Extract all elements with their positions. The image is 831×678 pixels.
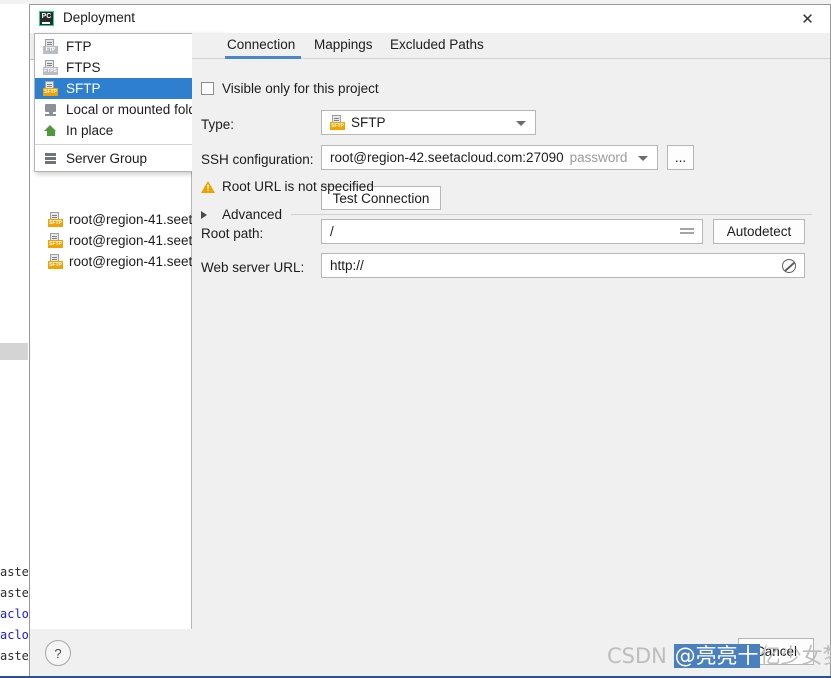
warning-icon bbox=[201, 180, 215, 194]
web-server-url-value: http:// bbox=[330, 258, 364, 273]
root-path-label: Root path: bbox=[201, 226, 264, 241]
screen: aster aster aclou aclou aster PC Deploym… bbox=[0, 0, 831, 678]
type-value: SFTP bbox=[351, 115, 386, 130]
list-item-label: root@region-41.seetacl bbox=[69, 233, 198, 248]
visible-only-checkbox[interactable] bbox=[201, 82, 214, 95]
type-label: Type: bbox=[201, 117, 235, 132]
ide-scrollbar-thumb[interactable] bbox=[0, 343, 28, 360]
root-path-input[interactable]: / bbox=[321, 219, 703, 244]
list-item-label: root@region-41.seetacl bbox=[69, 254, 198, 269]
connection-form: Visible only for this project Type: SFTP… bbox=[192, 60, 830, 677]
root-url-warning: Root URL is not specified bbox=[201, 179, 374, 194]
ide-code-line: aclou bbox=[0, 607, 28, 621]
help-button[interactable]: ? bbox=[45, 640, 71, 666]
root-path-value: / bbox=[330, 224, 334, 239]
menu-item-label: FTP bbox=[66, 39, 92, 54]
sftp-icon: SFTP bbox=[330, 115, 345, 130]
close-icon[interactable]: ✕ bbox=[785, 5, 830, 33]
type-combobox[interactable]: SFTP SFTP bbox=[321, 110, 536, 135]
tab-connection[interactable]: Connection bbox=[225, 37, 305, 59]
menu-item-label: SFTP bbox=[66, 81, 101, 96]
sftp-icon: SFTP bbox=[48, 233, 63, 248]
ftp-icon: FTP bbox=[43, 39, 58, 54]
list-item[interactable]: SFTP root@region-41.seetacl bbox=[48, 209, 198, 230]
ssh-configuration-value: root@region-42.seetacloud.com:27090 bbox=[330, 150, 564, 165]
chevron-right-icon bbox=[201, 210, 213, 219]
advanced-section-toggle[interactable]: Advanced bbox=[201, 207, 812, 222]
cancel-button[interactable]: Cancel bbox=[738, 638, 814, 665]
folder-icon[interactable] bbox=[680, 226, 694, 237]
tab-active-underline bbox=[225, 56, 301, 59]
visible-only-label: Visible only for this project bbox=[222, 81, 379, 96]
ftps-icon: FTPS bbox=[43, 60, 58, 75]
autodetect-button[interactable]: Autodetect bbox=[713, 219, 805, 244]
menu-item-label: FTPS bbox=[66, 60, 101, 75]
chevron-down-icon bbox=[638, 155, 648, 161]
home-icon bbox=[43, 123, 58, 138]
ide-code-line: aclou bbox=[0, 628, 28, 642]
list-item[interactable]: SFTP root@region-41.seetacl bbox=[48, 230, 198, 251]
sftp-icon: SFTP bbox=[48, 254, 63, 269]
tab-label: Connection bbox=[227, 37, 296, 52]
monitor-icon bbox=[43, 102, 58, 117]
web-server-url-input[interactable]: http:// bbox=[321, 253, 805, 278]
tab-mappings[interactable]: Mappings bbox=[312, 37, 375, 59]
dialog-titlebar: PC Deployment ✕ bbox=[30, 5, 830, 33]
warning-text: Root URL is not specified bbox=[222, 179, 374, 194]
tab-bar: Connection Mappings Excluded Paths bbox=[192, 33, 830, 60]
ssh-configuration-browse-button[interactable]: ... bbox=[667, 145, 694, 170]
chevron-down-icon bbox=[516, 120, 526, 126]
menu-item-label: Local or mounted folder bbox=[66, 102, 208, 117]
list-item[interactable]: SFTP root@region-41.seetacl bbox=[48, 251, 198, 272]
ide-code-line: aster bbox=[0, 565, 28, 579]
advanced-label: Advanced bbox=[222, 207, 283, 222]
menu-item-label: In place bbox=[66, 123, 114, 138]
pycharm-icon: PC bbox=[39, 11, 54, 26]
sftp-icon: SFTP bbox=[43, 81, 58, 96]
ide-code-line: aster bbox=[0, 586, 28, 600]
server-group-icon bbox=[43, 151, 58, 166]
section-divider bbox=[291, 214, 812, 215]
ssh-configuration-combobox[interactable]: root@region-42.seetacloud.com:27090 pass… bbox=[321, 145, 658, 170]
visible-only-checkbox-row[interactable]: Visible only for this project bbox=[201, 81, 379, 96]
dialog-title: Deployment bbox=[63, 10, 136, 25]
dialog-content: Connection Mappings Excluded Paths Visib… bbox=[192, 33, 830, 677]
dialog-footer: ? Cancel bbox=[30, 629, 830, 677]
menu-item-label: Server Group bbox=[66, 151, 148, 166]
sftp-icon: SFTP bbox=[48, 212, 63, 227]
web-server-url-label: Web server URL: bbox=[201, 260, 305, 275]
deployment-dialog: PC Deployment ✕ + − ✓ SFTP root@region-4… bbox=[29, 4, 831, 678]
globe-icon[interactable] bbox=[782, 258, 796, 273]
list-item-label: root@region-41.seetacl bbox=[69, 212, 198, 227]
ide-code-line: aster bbox=[0, 649, 28, 663]
ssh-configuration-label: SSH configuration: bbox=[201, 152, 314, 167]
tab-excluded-paths[interactable]: Excluded Paths bbox=[388, 37, 486, 59]
ssh-configuration-auth: password bbox=[569, 150, 628, 165]
